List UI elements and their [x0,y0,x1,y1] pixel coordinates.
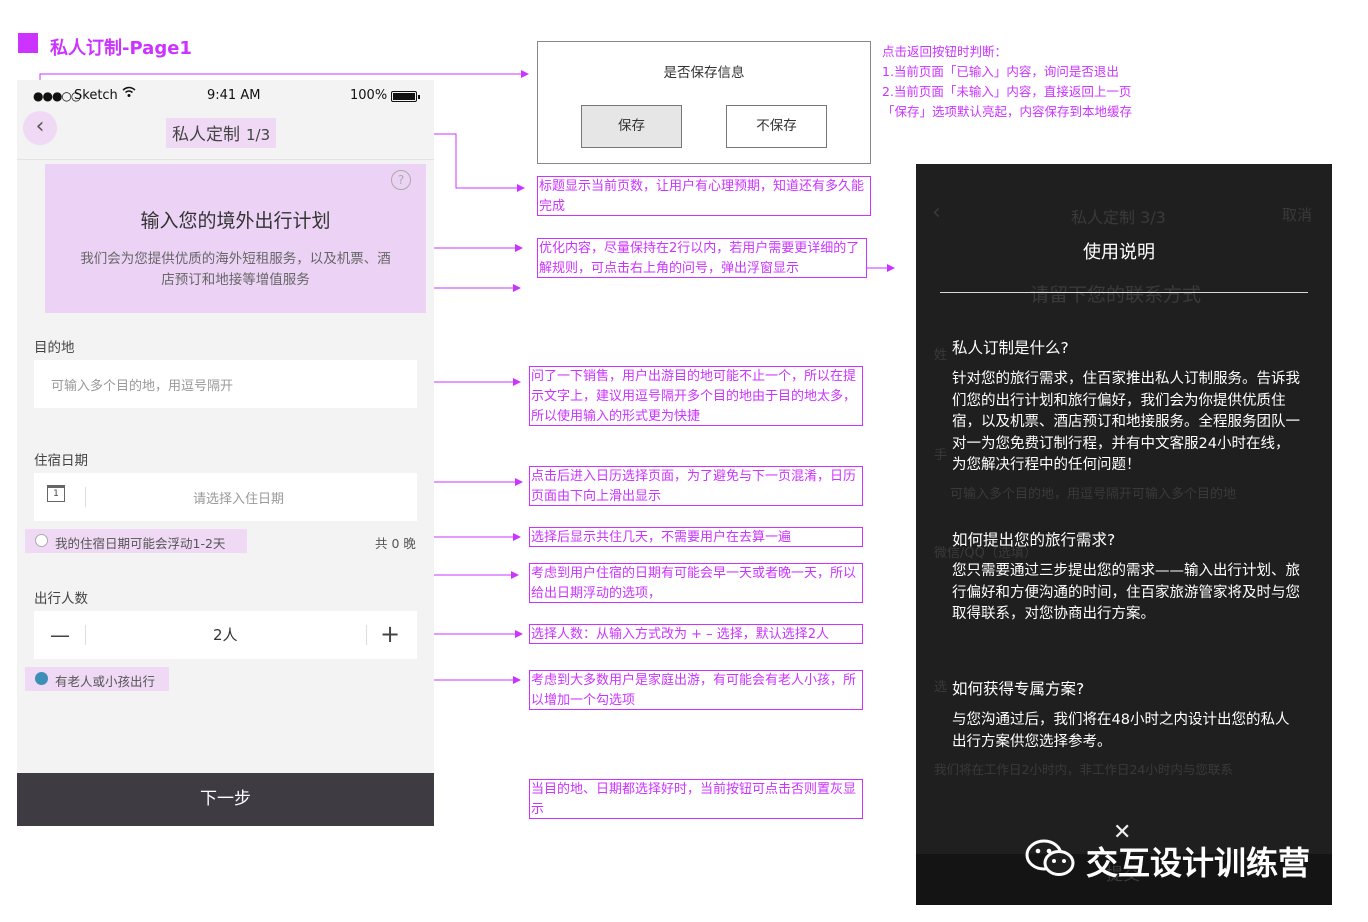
next-button[interactable]: 下一步 [17,773,434,826]
nav-title-text: 私人定制 [172,125,240,145]
stay-date-picker[interactable]: 请选择入住日期 [34,473,417,521]
help-icon[interactable]: ? [391,170,411,190]
dialog-note-line: 2.当前页面「未输入」内容，直接返回上一页 [882,84,1132,99]
annotation-elder: 考虑到大多数用户是家庭出游，有可能会有老人小孩，所以增加一个勾选项 [529,670,863,710]
elder-child-label: 有老人或小孩出行 [55,674,156,689]
help-title: 使用说明 [1083,242,1155,263]
back-button[interactable]: ‹ [23,111,57,145]
stay-placeholder: 请选择入住日期 [193,492,285,507]
annotation-travelers: 选择人数：从输入方式改为 + – 选择，默认选择2人 [529,624,863,644]
watermark-text: 交互设计训练营 [1086,844,1311,882]
wifi-icon [122,86,136,102]
annotation-float: 考虑到用户住宿的日期有可能会早一天或者晚一天，所以给出日期浮动的选项， [529,563,863,603]
nights-count: 共 0 晚 [375,536,416,551]
annotation-next: 当目的地、日期都选择好时，当前按钮可点击否则置灰显示 [529,779,863,819]
phone-screen: ●●●○○ Sketch 9:41 AM 100% ‹ 私人定制 1/3 ? 输入… [17,80,434,826]
bg-back-icon: ‹ [932,200,941,225]
annotation-intro: 优化内容，尽量保持在2行以内，若用户需要更详细的了解规则，可点击右上角的问号，弹… [537,238,867,278]
stay-label: 住宿日期 [34,453,88,469]
battery-icon [391,91,420,102]
dialog-note-line: 「保存」选项默认亮起，内容保存到本地缓存 [882,104,1133,119]
date-float-option[interactable]: 我的住宿日期可能会浮动1-2天 [25,529,247,553]
bg-choose-label: 选 [934,680,948,695]
bg-dest-line: 可输入多个目的地，用逗号隔开可输入多个目的地 [950,487,1237,502]
dialog-note: 点击返回按钮时判断： 1.当前页面「已输入」内容，询问是否退出 2.当前页面「未… [882,42,1202,122]
bg-title: 私人定制 3/3 [1071,208,1166,227]
status-bar: ●●●○○ Sketch 9:41 AM 100% [17,80,434,114]
save-dialog: 是否保存信息 保存 不保存 [537,41,871,164]
bg-name-label: 姓 [934,348,948,363]
dont-save-button[interactable]: 不保存 [726,105,827,148]
carrier-label: Sketch [74,88,118,103]
destination-input[interactable]: 可输入多个目的地，用逗号隔开 [34,360,417,408]
travelers-value: 2人 [213,626,238,644]
status-time: 9:41 AM [207,88,261,103]
divider [85,487,86,507]
help-question: 如何提出您的旅行需求? [952,531,1116,549]
annotation-calendar: 点击后进入日历选择页面，为了避免与下一页混淆，日历页面由下向上滑出显示 [529,466,863,506]
intro-desc: 我们会为您提供优质的海外短租服务，以及机票、酒店预订和地接等增值服务 [80,251,391,288]
dialog-title: 是否保存信息 [663,65,745,81]
elder-child-option[interactable]: 有老人或小孩出行 [25,667,169,691]
annotation-nights: 选择后显示共住几天，不需要用户在去算一遍 [529,527,863,547]
divider [85,625,86,645]
increase-button[interactable]: + [380,620,400,648]
help-divider [940,292,1308,293]
destination-label: 目的地 [34,340,75,356]
bg-phone-label: 手 [934,448,948,463]
dialog-note-line: 点击返回按钮时判断： [882,44,1008,59]
help-answer: 与您沟通过后，我们将在48小时之内设计出您的私人出行方案供您选择参考。 [952,712,1290,750]
nav-title: 私人定制 1/3 [166,118,277,148]
bg-cancel: 取消 [1282,206,1313,224]
decrease-button[interactable]: — [50,623,70,647]
battery-percent: 100% [350,88,388,103]
radio-checked-icon[interactable] [35,672,48,685]
radio-icon[interactable] [35,534,48,547]
annotation-destination: 问了一下销售，用户出游目的地可能不止一个，所以在提示文字上，建议用逗号隔开多个目… [529,366,863,426]
intro-card: ? 输入您的境外出行计划 我们会为您提供优质的海外短租服务，以及机票、酒店预订和… [45,164,426,313]
nav-step: 1/3 [246,126,271,144]
intro-title: 输入您的境外出行计划 [140,210,331,232]
date-float-label: 我的住宿日期可能会浮动1-2天 [55,536,226,551]
help-answer: 您只需要通过三步提出您的需求——输入出行计划、旅行偏好和方便沟通的时间，住百家旅… [952,563,1300,622]
save-button[interactable]: 保存 [581,105,682,148]
help-question: 私人订制是什么? [952,339,1069,357]
calendar-icon: 1 [47,485,65,502]
dialog-note-line: 1.当前页面「已输入」内容，询问是否退出 [882,64,1119,79]
bg-contact-title: 请留下您的联系方式 [1030,284,1202,306]
travelers-label: 出行人数 [34,591,88,607]
wechat-logo-icon [1024,838,1078,878]
help-answer: 针对您的旅行需求，住百家推出私人订制服务。告诉我们您的出行计划和旅行偏好，我们会… [952,371,1300,473]
help-panel: ‹ 私人定制 3/3 取消 请留下您的联系方式 姓 手 可输入多个目的地，用逗号… [916,164,1332,905]
annotation-title: 标题显示当前页数，让用户有心理预期，知道还有多久能完成 [537,176,871,216]
destination-placeholder: 可输入多个目的地，用逗号隔开 [51,379,234,394]
help-question: 如何获得专属方案? [952,680,1085,698]
divider [366,625,367,645]
bg-footer-note: 我们将在工作日2小时内，非工作日24小时内与您联系 [934,762,1233,777]
